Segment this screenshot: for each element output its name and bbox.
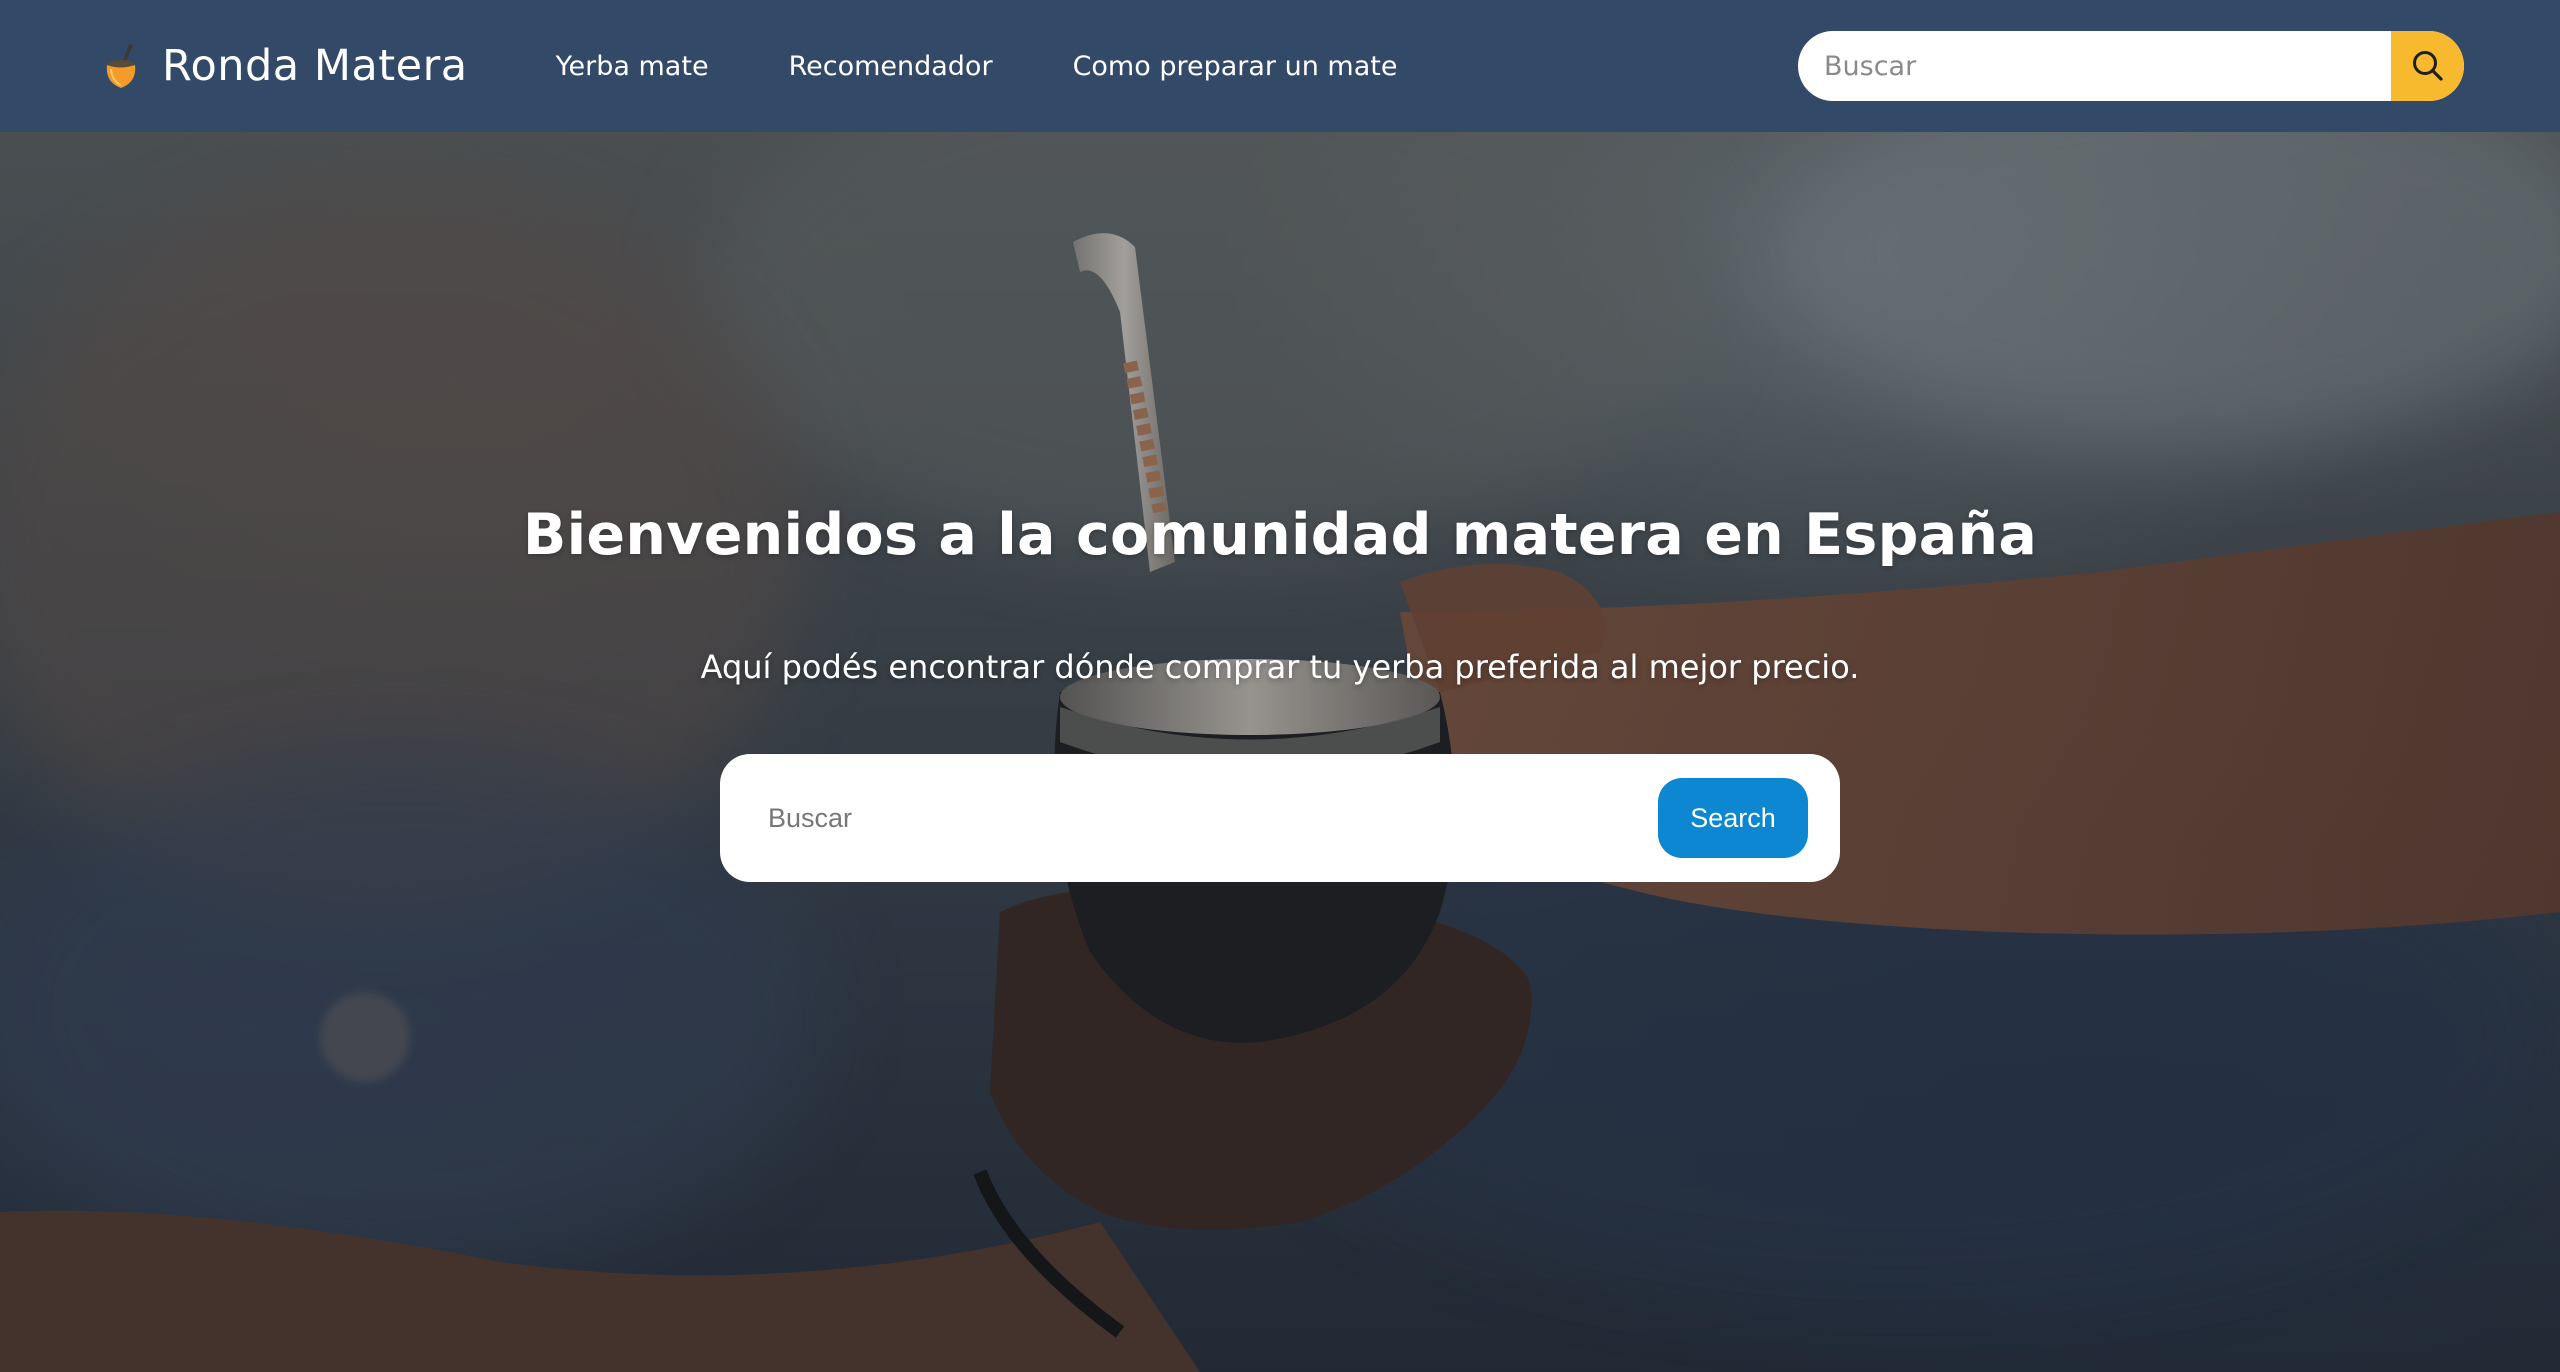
brand-home-link[interactable]: Ronda Matera bbox=[102, 41, 468, 91]
top-navbar: Ronda Matera Yerba mate Recomendador Com… bbox=[0, 0, 2560, 132]
hero-search-button[interactable]: Search bbox=[1658, 778, 1808, 858]
nav-link-yerba-mate[interactable]: Yerba mate bbox=[556, 51, 709, 82]
header-search-input[interactable] bbox=[1798, 31, 2391, 101]
brand-name: Ronda Matera bbox=[162, 41, 468, 91]
hero-content: Bienvenidos a la comunidad matera en Esp… bbox=[0, 132, 2560, 1372]
main-nav: Yerba mate Recomendador Como preparar un… bbox=[556, 51, 1478, 82]
hero-search-input[interactable] bbox=[768, 802, 1658, 834]
search-icon bbox=[2412, 51, 2443, 81]
hero-subtitle: Aquí podés encontrar dónde comprar tu ye… bbox=[700, 648, 1860, 686]
header-search-form bbox=[1798, 31, 2464, 101]
nav-link-como-preparar[interactable]: Como preparar un mate bbox=[1073, 51, 1398, 82]
hero-title: Bienvenidos a la comunidad matera en Esp… bbox=[522, 502, 2038, 568]
mate-gourd-icon bbox=[106, 44, 136, 88]
hero-section: Bienvenidos a la comunidad matera en Esp… bbox=[0, 132, 2560, 1372]
header-search-button[interactable] bbox=[2391, 31, 2464, 101]
hero-search-form: Search bbox=[720, 754, 1840, 882]
nav-link-recomendador[interactable]: Recomendador bbox=[789, 51, 993, 82]
